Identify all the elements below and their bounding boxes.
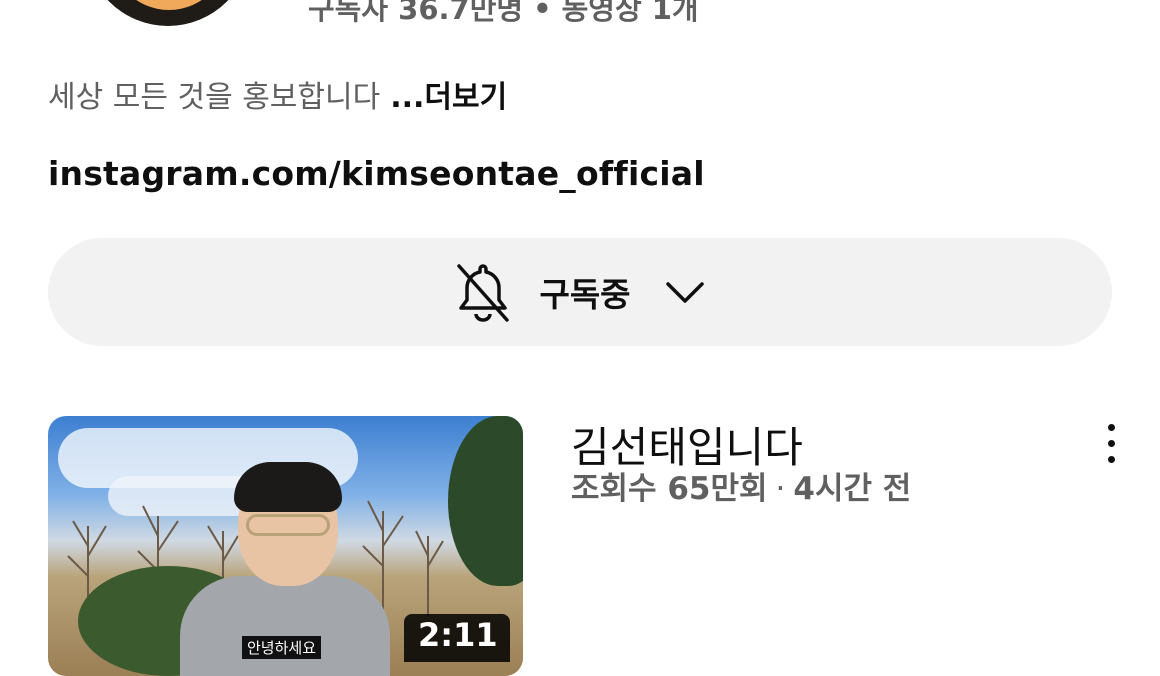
subscriber-count: 구독자 36.7만명 — [308, 0, 524, 26]
video-duration: 2:11 — [404, 614, 510, 662]
kebab-dot — [1108, 440, 1115, 447]
meta-dot: · — [775, 471, 786, 507]
description-text: 세상 모든 것을 홍보합니다 — [48, 80, 381, 115]
upload-age: 4시간 전 — [793, 471, 912, 507]
view-count: 조회수 65만회 — [571, 471, 768, 507]
thumbnail-caption: 안녕하세요 — [242, 636, 322, 659]
channel-link[interactable]: instagram.com/kimseontae_official — [48, 154, 705, 193]
meta-separator: • — [533, 0, 552, 26]
thumbnail-person-hair — [234, 462, 342, 512]
video-thumbnail[interactable]: 안녕하세요 2:11 — [48, 416, 523, 676]
more-link[interactable]: ...더보기 — [390, 80, 507, 115]
more-vert-icon[interactable] — [1098, 424, 1126, 464]
chevron-down-icon — [665, 282, 704, 303]
kebab-dot — [1108, 424, 1115, 431]
thumbnail-glasses — [246, 514, 330, 536]
thumbnail-person-body — [180, 576, 390, 676]
channel-description[interactable]: 세상 모든 것을 홍보합니다 ...더보기 — [48, 72, 507, 116]
video-meta: 조회수 65만회 · 4시간 전 — [571, 463, 911, 508]
subscribed-label: 구독중 — [539, 275, 631, 314]
avatar-face — [107, 0, 231, 10]
bell-off-icon — [457, 264, 510, 322]
kebab-dot — [1108, 456, 1115, 463]
channel-avatar[interactable] — [85, 0, 251, 26]
subscribed-button[interactable]: 구독중 — [48, 238, 1112, 346]
video-count: 동영상 1개 — [561, 0, 699, 26]
channel-meta: 구독자 36.7만명 • 동영상 1개 — [308, 0, 699, 28]
